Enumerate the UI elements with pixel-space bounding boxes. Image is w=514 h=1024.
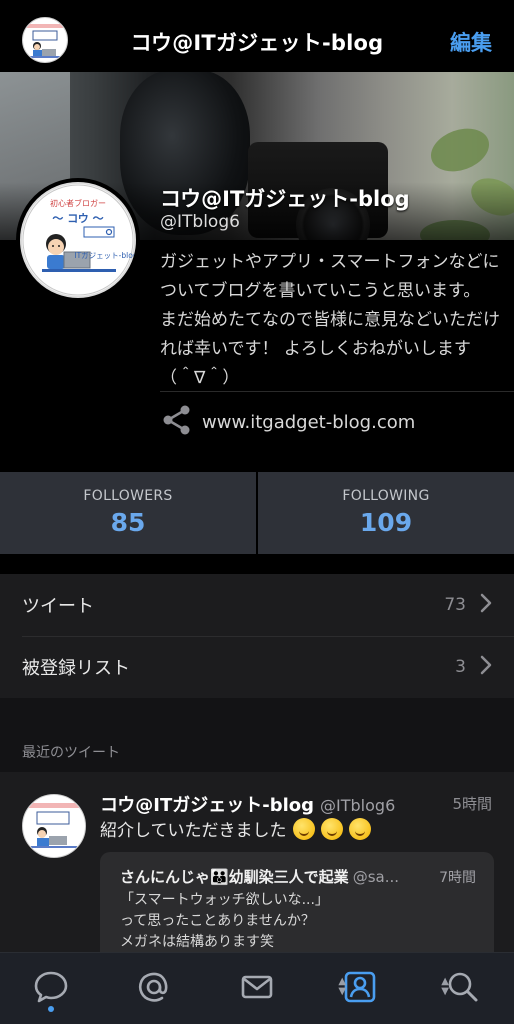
quoted-author-handle: @sa... [352, 868, 399, 886]
speech-bubble-icon [33, 969, 69, 1009]
chevron-right-icon [480, 593, 492, 617]
following-label: FOLLOWING [342, 488, 430, 504]
envelope-icon [239, 969, 275, 1009]
list-item-tweets[interactable]: ツイート 73 [0, 574, 514, 636]
followers-label: FOLLOWERS [83, 488, 173, 504]
tweet-author-name: コウ@ITガジェット-blog [100, 795, 315, 816]
messages-tab[interactable] [206, 953, 309, 1024]
laughing-emoji-icon [348, 818, 371, 840]
bottom-tab-bar: ▲ ▼ ▲ ▼ [0, 952, 514, 1024]
account-switch-icon: ▲ ▼ [338, 976, 347, 997]
avatar-text-line1: 初心者ブロガー [50, 198, 106, 208]
website-link[interactable]: www.itgadget-blog.com [160, 402, 415, 442]
bio-divider [160, 391, 514, 392]
following-stat[interactable]: FOLLOWING 109 [256, 472, 514, 554]
tweet-avatar[interactable] [22, 794, 86, 858]
tweet-text-row: 紹介していただきました [100, 816, 371, 841]
recent-tweets-title: 最近のツイート [22, 745, 120, 761]
profile-bio: ガジェットやアプリ・スマートフォンなどについてブログを書いていこうと思います。 … [160, 252, 500, 388]
chevron-right-icon [480, 655, 492, 679]
laughing-emoji-icon [320, 818, 343, 840]
banner-leaf [424, 120, 496, 180]
avatar-text-line3: ITガジェット-blog [74, 250, 136, 260]
profile-menu-list: ツイート 73 被登録リスト 3 [0, 574, 514, 698]
list-item-count: 73 [444, 595, 466, 615]
quoted-text: 「スマートウォッチ欲しいな...」 って思ったことありませんか？ メガネは結構あ… [120, 892, 329, 950]
avatar-text-line2: 〜 コウ 〜 [52, 212, 103, 225]
tweet-cell[interactable]: コウ@ITガジェット-blog @ITblog6 5時間 紹介していただきました … [0, 772, 514, 962]
list-item-listed[interactable]: 被登録リスト 3 [0, 636, 514, 698]
timeline-tab[interactable] [0, 953, 103, 1024]
header-title: コウ@ITガジェット-blog [130, 31, 384, 55]
tweet-author: コウ@ITガジェット-blog @ITblog6 [100, 791, 395, 817]
quoted-author-name: さんにんじゃ👪幼馴染三人で起業 [120, 868, 349, 886]
laughing-emoji-icon [292, 818, 315, 840]
list-item-label: 被登録リスト [22, 658, 130, 679]
profile-handle: @ITblog6 [160, 212, 240, 232]
website-url: www.itgadget-blog.com [202, 411, 416, 433]
active-tab-indicator [48, 1006, 55, 1012]
top-navigation-bar: コウ@ITガジェット-blog 編集 [0, 0, 514, 72]
quoted-time: 7時間 [439, 870, 476, 886]
profile-name: コウ@ITガジェット-blog [160, 187, 410, 211]
search-icon [445, 969, 481, 1009]
following-count: 109 [359, 508, 413, 537]
search-tab[interactable]: ▲ ▼ [411, 953, 514, 1024]
profile-tab[interactable]: ▲ ▼ [308, 953, 411, 1024]
tweet-time: 5時間 [452, 795, 492, 813]
follow-stats: FOLLOWERS 85 FOLLOWING 109 [0, 472, 514, 554]
list-item-label: ツイート [22, 596, 94, 617]
profile-avatar[interactable]: 初心者ブロガー 〜 コウ 〜 ITガジェット-blog [16, 178, 140, 302]
tweet-author-handle: @ITblog6 [320, 796, 396, 815]
tweet-text: 紹介していただきました [100, 821, 287, 841]
share-icon [160, 404, 192, 440]
recent-tweets-header: 最近のツイート [0, 698, 514, 772]
followers-stat[interactable]: FOLLOWERS 85 [0, 472, 256, 554]
quoted-author: さんにんじゃ👪幼馴染三人で起業 @sa... [120, 866, 399, 887]
search-switch-icon: ▲ ▼ [441, 976, 449, 997]
at-sign-icon [136, 969, 172, 1009]
profile-card-icon [342, 969, 378, 1009]
followers-count: 85 [110, 508, 146, 537]
edit-button[interactable]: 編集 [450, 27, 492, 57]
mentions-tab[interactable] [103, 953, 206, 1024]
quoted-tweet[interactable]: さんにんじゃ👪幼馴染三人で起業 @sa... 7時間 「スマートウォッチ欲しいな.… [100, 852, 494, 962]
list-item-count: 3 [455, 657, 466, 677]
